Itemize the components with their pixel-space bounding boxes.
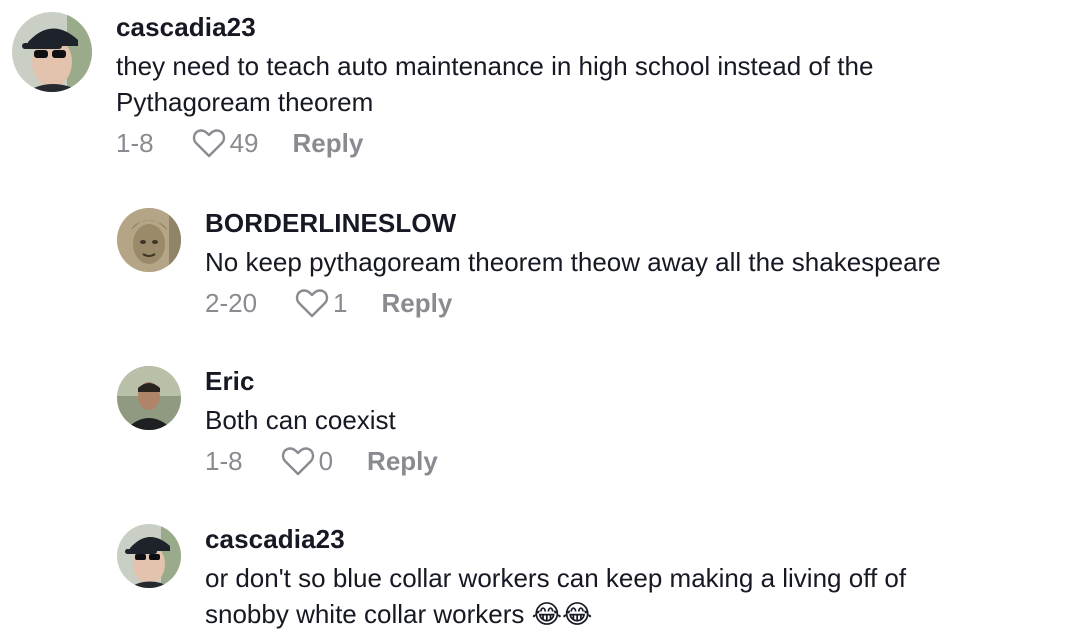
like-button[interactable]: 49 (192, 128, 259, 159)
comment-text-line: or don't so blue collar workers can keep… (205, 563, 907, 593)
comment-text-line: Pythagoream theorem (116, 87, 374, 117)
comment-text-line: they need to teach auto maintenance in h… (116, 51, 874, 81)
comment-date: 2-20 (205, 287, 258, 318)
comment-text: or don't so blue collar workers can keep… (205, 560, 906, 632)
comment-item: Eric Both can coexist 1-8 0 Reply (117, 366, 438, 478)
avatar-cap-sunglasses-icon[interactable] (117, 524, 181, 588)
comment-item: BORDERLINESLOW No keep pythagoream theor… (117, 208, 941, 320)
comment-username[interactable]: Eric (205, 366, 438, 396)
comment-text-segment: snobby white collar workers (205, 599, 525, 629)
comment-item: cascadia23 they need to teach auto maint… (12, 12, 873, 160)
reply-button[interactable]: Reply (382, 288, 453, 319)
heart-icon (295, 289, 329, 318)
comment-meta: 1-8 49 Reply (116, 126, 873, 160)
comment-meta: 1-8 0 Reply (205, 444, 438, 478)
comment-text-line: snobby white collar workers 😂😂 (205, 596, 906, 632)
comment-text: Both can coexist (205, 405, 396, 435)
comment-username[interactable]: BORDERLINESLOW (205, 208, 941, 238)
comment-username[interactable]: cascadia23 (116, 12, 873, 42)
avatar-cap-sunglasses-icon[interactable] (12, 12, 92, 92)
reply-button[interactable]: Reply (367, 446, 438, 477)
comment-date: 1-8 (205, 445, 243, 476)
like-count: 49 (229, 127, 259, 158)
reply-button[interactable]: Reply (293, 128, 364, 159)
like-count: 0 (318, 445, 334, 476)
like-button[interactable]: 1 (295, 287, 348, 319)
avatar-person-icon[interactable] (117, 366, 181, 430)
avatar-banknote-portrait-icon[interactable] (117, 208, 181, 272)
comment-text: No keep pythagoream theorem theow away a… (205, 247, 941, 277)
like-button[interactable]: 0 (281, 446, 333, 477)
comment-text: they need to teach auto maintenance in h… (116, 48, 873, 120)
heart-icon (192, 129, 225, 158)
comment-item: cascadia23 or don't so blue collar worke… (117, 524, 906, 632)
comment-username[interactable]: cascadia23 (205, 524, 906, 554)
heart-icon (281, 447, 314, 476)
comment-meta: 2-20 1 Reply (205, 286, 941, 320)
comment-date: 1-8 (116, 127, 154, 158)
laughing-emoji: 😂😂 (531, 599, 593, 629)
like-count: 1 (333, 287, 348, 318)
